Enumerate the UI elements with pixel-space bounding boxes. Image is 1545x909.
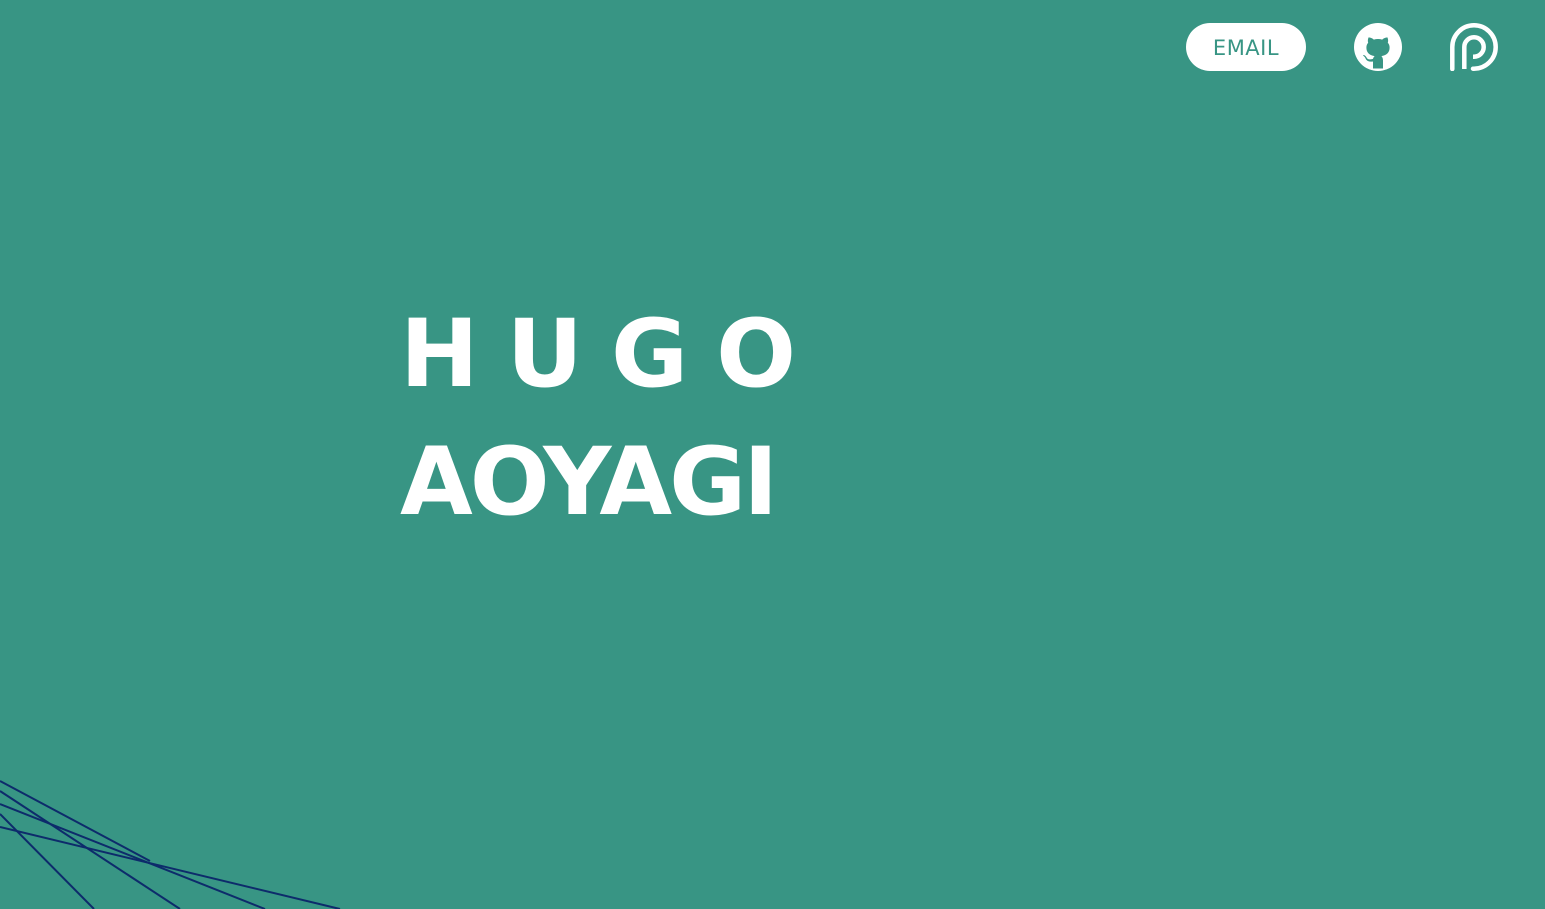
- deco-line: [0, 790, 181, 909]
- email-button[interactable]: EMAIL: [1186, 23, 1306, 71]
- patreon-icon: [1450, 23, 1498, 71]
- first-name: HUGO: [400, 300, 825, 409]
- github-link[interactable]: [1354, 23, 1402, 71]
- deco-line: [0, 813, 95, 909]
- deco-line: [0, 780, 151, 862]
- patreon-link[interactable]: [1450, 23, 1498, 71]
- decorative-lines: [0, 780, 341, 909]
- top-nav: EMAIL: [1186, 23, 1498, 71]
- deco-line: [0, 826, 341, 909]
- hero-name: HUGO AOYAGI: [400, 300, 824, 538]
- github-icon: [1354, 23, 1402, 71]
- deco-line: [0, 803, 266, 909]
- last-name: AOYAGI: [400, 428, 778, 537]
